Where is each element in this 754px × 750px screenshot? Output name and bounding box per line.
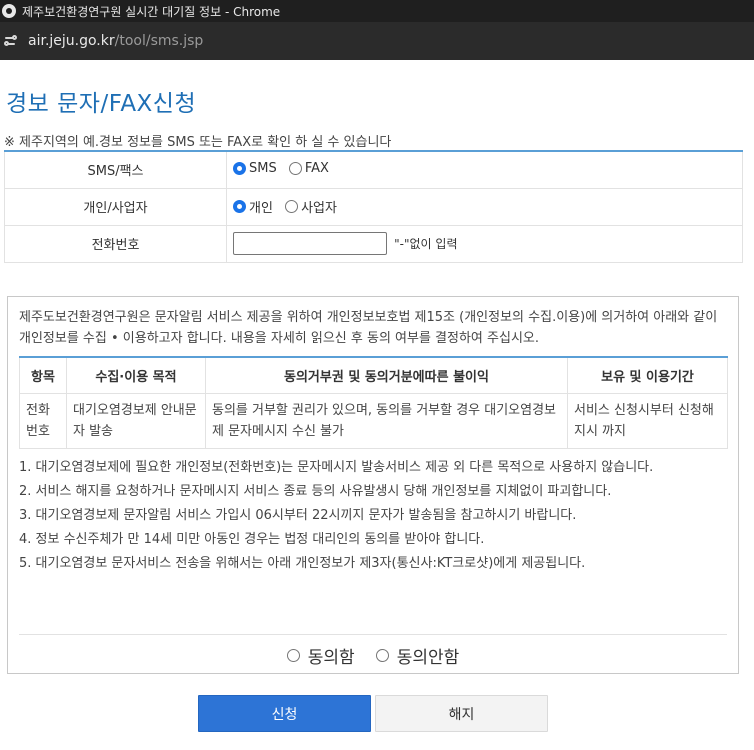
header-purpose: 수집·이용 목적: [66, 357, 206, 394]
cancel-subscription-button[interactable]: 해지: [375, 695, 548, 732]
header-refusal: 동의거부권 및 동의거분에따른 불이익: [205, 357, 568, 394]
radio-fax[interactable]: FAX: [288, 161, 329, 176]
url-text[interactable]: air.jeju.go.kr/tool/sms.jsp: [28, 33, 203, 49]
radio-individual[interactable]: 개인: [233, 197, 273, 216]
radio-sms[interactable]: SMS: [233, 161, 277, 176]
rule-item: 4. 정보 수신주체가 만 14세 미만 아동인 경우는 법정 대리인의 동의를…: [19, 531, 485, 547]
site-settings-icon[interactable]: [2, 31, 22, 51]
consent-rules: 1. 대기오염경보제에 필요한 개인정보(전화번호)는 문자메시지 발송서비스 …: [19, 457, 727, 574]
rule-item: 3. 대기오염경보제 문자알림 서비스 가입시 06시부터 22시끼지 문자가 …: [19, 507, 577, 523]
cell-purpose: 대기오염경보제 안내문자 발송: [66, 392, 206, 449]
cell-item: 전화번호: [19, 392, 67, 449]
radio-business[interactable]: 사업자: [285, 197, 337, 216]
privacy-consent-box: 제주도보건환경연구원은 문자알림 서비스 제공을 위하여 개인정보보호법 제15…: [7, 296, 739, 674]
consent-choice: 동의함 동의안함: [19, 634, 727, 668]
browser-title-bar: 제주보건환경연구원 실시간 대기질 정보 - Chrome: [0, 0, 754, 22]
consent-table: 항목 수집·이용 목적 동의거부권 및 동의거분에따른 불이익 보유 및 이용기…: [19, 356, 728, 449]
phone-label: 전화번호: [4, 225, 227, 263]
chrome-app-icon: [2, 4, 16, 18]
page-title: 경보 문자/FAX신청: [6, 91, 197, 117]
consent-intro: 제주도보건환경연구원은 문자알림 서비스 제공을 위하여 개인정보보호법 제15…: [19, 310, 718, 346]
rule-item: 2. 서비스 해지를 요청하거나 문자메시지 서비스 종료 등의 사유발생시 당…: [19, 483, 612, 499]
rule-item: 5. 대기오염경보 문자서비스 전송을 위해서는 아래 개인정보가 제3자(통신…: [19, 555, 586, 571]
apply-button[interactable]: 신청: [198, 695, 371, 732]
user-type-label: 개인/사업자: [4, 188, 227, 226]
subscription-form: SMS/팩스 SMS FAX 개인/사업자 개인 사업자 전화번호 "-"없이 …: [4, 150, 743, 263]
header-retention: 보유 및 이용기간: [567, 357, 728, 394]
type-label: SMS/팩스: [4, 151, 227, 189]
cell-retention: 서비스 신청시부터 신청해지시 까지: [567, 392, 728, 449]
table-row: 전화번호 대기오염경보제 안내문자 발송 동의를 거부할 권리가 있으며, 동의…: [19, 392, 728, 449]
header-item: 항목: [19, 357, 67, 394]
cell-refusal: 동의를 거부할 권리가 있으며, 동의를 거부할 경우 대기오염경보제 문자메시…: [205, 392, 568, 449]
address-bar[interactable]: air.jeju.go.kr/tool/sms.jsp: [0, 22, 754, 60]
phone-input[interactable]: [233, 232, 387, 255]
radio-disagree[interactable]: 동의안함: [375, 643, 459, 668]
rule-item: 1. 대기오염경보제에 필요한 개인정보(전화번호)는 문자메시지 발송서비스 …: [19, 459, 654, 475]
phone-hint: "-"없이 입력: [394, 237, 458, 251]
window-title: 제주보건환경연구원 실시간 대기질 정보 - Chrome: [22, 4, 281, 19]
notice-text: ※ 제주지역의 예.경보 정보를 SMS 또는 FAX로 확인 하 실 수 있습…: [4, 135, 392, 150]
radio-agree[interactable]: 동의함: [286, 643, 355, 668]
